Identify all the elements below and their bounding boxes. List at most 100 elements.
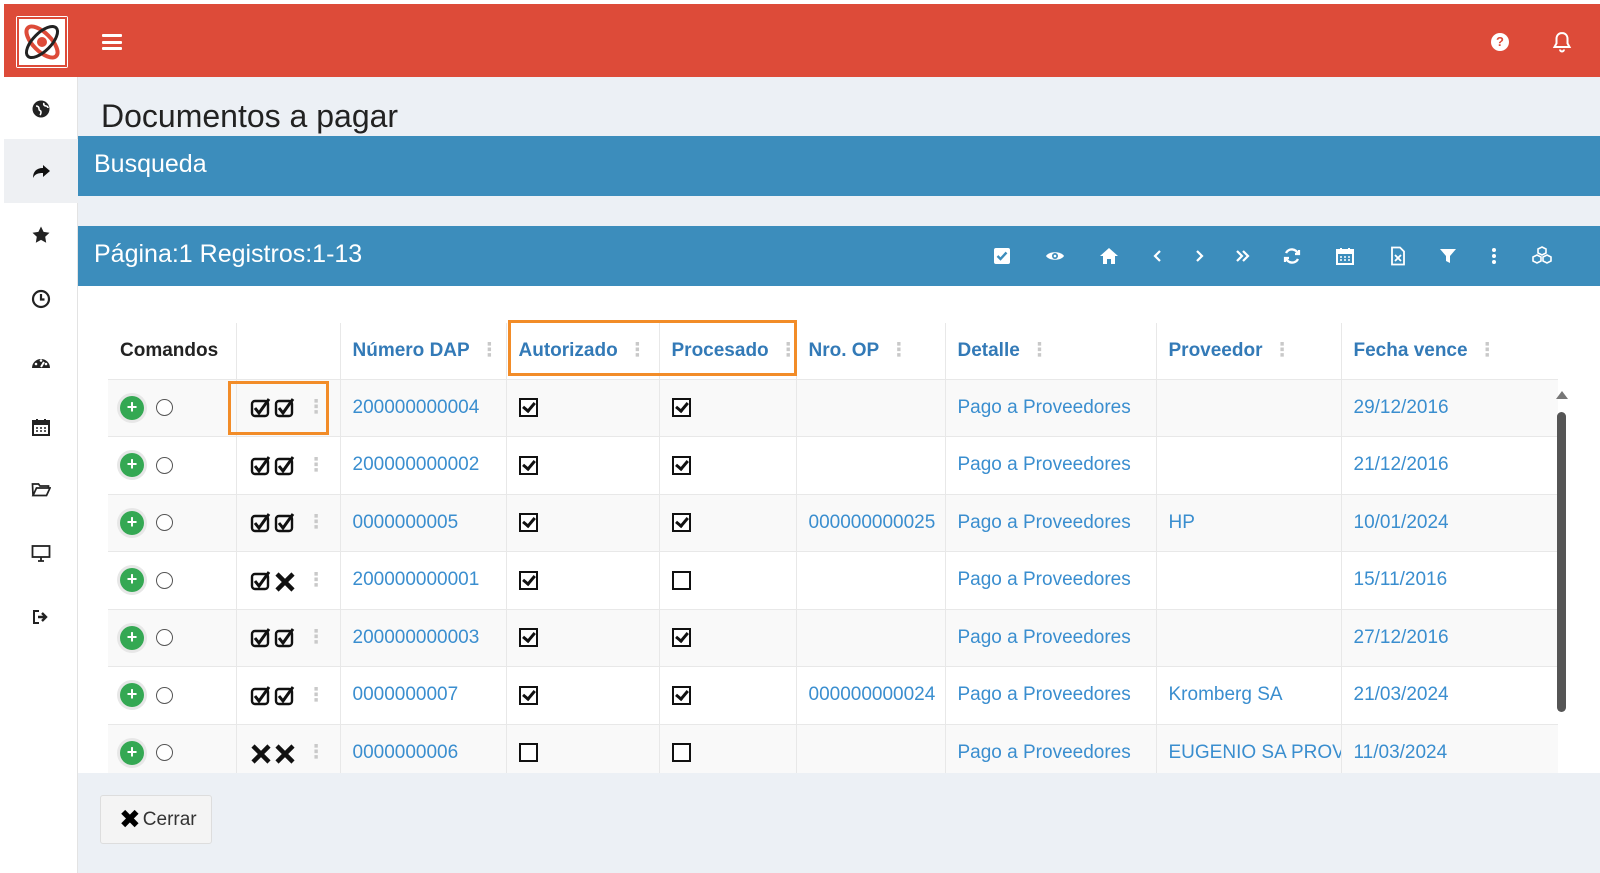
row-select-radio[interactable] <box>156 686 173 704</box>
globe-icon[interactable] <box>4 77 78 141</box>
scroll-up-arrow[interactable] <box>1556 391 1568 399</box>
calendar-icon[interactable] <box>1333 244 1357 268</box>
nro-op-cell[interactable] <box>796 379 946 437</box>
proveedor-cell[interactable]: Kromberg SA <box>1156 666 1342 725</box>
row-menu-icon[interactable]: ⋮ <box>307 741 326 764</box>
cubes-icon[interactable] <box>1530 244 1554 268</box>
numero-dap-cell[interactable]: 200000000002 <box>340 436 507 495</box>
folder-open-icon[interactable] <box>4 457 78 521</box>
row-menu-icon[interactable]: ⋮ <box>307 626 326 649</box>
monitor-icon[interactable] <box>4 521 78 585</box>
fecha-vence-cell[interactable]: 15/11/2016 <box>1341 551 1558 610</box>
proveedor-cell[interactable]: HP <box>1156 494 1342 552</box>
proveedor-cell[interactable] <box>1156 609 1342 667</box>
add-icon[interactable]: + <box>120 740 144 765</box>
numero-dap-cell[interactable]: 0000000007 <box>340 666 507 725</box>
row-select-radio[interactable] <box>156 514 173 532</box>
row-select-radio[interactable] <box>156 744 173 762</box>
fecha-vence-cell[interactable]: 21/03/2024 <box>1341 666 1558 725</box>
column-header-nro-op[interactable]: Nro. OP ⋮ <box>796 323 946 380</box>
row-select-radio[interactable] <box>156 629 173 647</box>
check-square-icon[interactable] <box>990 244 1014 268</box>
detalle-cell[interactable]: Pago a Proveedores <box>945 609 1157 667</box>
clock-icon[interactable] <box>4 267 78 331</box>
nro-op-cell[interactable] <box>796 436 946 495</box>
column-menu-icon[interactable]: ⋮ <box>1478 339 1497 362</box>
fecha-vence-cell[interactable]: 11/03/2024 <box>1341 724 1558 773</box>
row-menu-icon[interactable]: ⋮ <box>307 569 326 592</box>
nro-op-cell[interactable]: 000000000025 <box>796 494 946 552</box>
column-menu-icon[interactable]: ⋮ <box>779 339 795 362</box>
table-row[interactable]: + ⋮ 200000000004 Pago a Proveedores 29/12/20… <box>108 379 1558 437</box>
detalle-cell[interactable]: Pago a Proveedores <box>945 494 1157 552</box>
add-icon[interactable]: + <box>120 568 144 593</box>
numero-dap-cell[interactable]: 0000000006 <box>340 724 507 773</box>
column-header-detalle[interactable]: Detalle ⋮ <box>945 323 1157 380</box>
column-menu-icon[interactable]: ⋮ <box>628 339 647 362</box>
chevron-right-icon[interactable] <box>1187 244 1211 268</box>
column-header-fecha-vence[interactable]: Fecha vence ⋮ <box>1341 323 1558 380</box>
row-menu-icon[interactable]: ⋮ <box>307 684 326 707</box>
detalle-cell[interactable]: Pago a Proveedores <box>945 551 1157 610</box>
nro-op-cell[interactable] <box>796 551 946 610</box>
proveedor-cell[interactable] <box>1156 379 1342 437</box>
proveedor-cell[interactable] <box>1156 551 1342 610</box>
numero-dap-cell[interactable]: 200000000003 <box>340 609 507 667</box>
detalle-cell[interactable]: Pago a Proveedores <box>945 724 1157 773</box>
chevron-left-icon[interactable] <box>1146 244 1170 268</box>
table-row[interactable]: + ⋮ 200000000002 Pago a Proveedores 21/12/20… <box>108 436 1558 495</box>
numero-dap-cell[interactable]: 0000000005 <box>340 494 507 552</box>
column-menu-icon[interactable]: ⋮ <box>889 339 908 362</box>
double-chevron-right-icon[interactable] <box>1231 244 1255 268</box>
search-panel-header[interactable]: Busqueda <box>78 136 1600 196</box>
table-row[interactable]: + ⋮ 0000000006 Pago a Proveedores EUGENIO SA… <box>108 724 1558 773</box>
nro-op-cell[interactable] <box>796 609 946 667</box>
row-select-radio[interactable] <box>156 399 173 417</box>
add-icon[interactable]: + <box>120 453 144 478</box>
hamburger-icon[interactable] <box>102 34 122 50</box>
fecha-vence-cell[interactable]: 27/12/2016 <box>1341 609 1558 667</box>
row-select-radio[interactable] <box>156 571 173 589</box>
star-icon[interactable] <box>4 203 78 267</box>
sign-out-icon[interactable] <box>4 585 78 649</box>
numero-dap-cell[interactable]: 200000000004 <box>340 379 507 437</box>
eye-icon[interactable] <box>1043 244 1067 268</box>
add-icon[interactable]: + <box>120 510 144 535</box>
detalle-cell[interactable]: Pago a Proveedores <box>945 666 1157 725</box>
detalle-cell[interactable]: Pago a Proveedores <box>945 379 1157 437</box>
table-row[interactable]: + ⋮ 200000000001 Pago a Proveedores 15/11/20… <box>108 551 1558 610</box>
column-header-procesado[interactable]: Procesado ⋮ <box>659 323 797 380</box>
table-row[interactable]: + ⋮ 200000000003 Pago a Proveedores 27/12/20… <box>108 609 1558 667</box>
column-menu-icon[interactable]: ⋮ <box>1030 339 1049 362</box>
app-logo[interactable] <box>16 16 68 68</box>
column-menu-icon[interactable]: ⋮ <box>1272 339 1291 362</box>
dashboard-icon[interactable] <box>4 331 78 395</box>
home-icon[interactable] <box>1097 244 1121 268</box>
nro-op-cell[interactable]: 000000000024 <box>796 666 946 725</box>
table-row[interactable]: + ⋮ 0000000005 000000000025 Pago a Proveedor… <box>108 494 1558 552</box>
row-select-radio[interactable] <box>156 456 173 474</box>
bell-icon[interactable] <box>1550 30 1574 54</box>
nro-op-cell[interactable] <box>796 724 946 773</box>
column-header-autorizado[interactable]: Autorizado ⋮ <box>506 323 660 380</box>
column-menu-icon[interactable]: ⋮ <box>480 339 499 362</box>
filter-icon[interactable] <box>1436 244 1460 268</box>
row-menu-icon[interactable]: ⋮ <box>307 454 326 477</box>
refresh-icon[interactable] <box>1280 244 1304 268</box>
fecha-vence-cell[interactable]: 29/12/2016 <box>1341 379 1558 437</box>
close-button[interactable]: ✖ Cerrar <box>100 795 212 844</box>
add-icon[interactable]: + <box>120 625 144 650</box>
calendar-icon[interactable] <box>4 395 78 459</box>
excel-file-icon[interactable] <box>1386 244 1410 268</box>
column-header-numero-dap[interactable]: Número DAP ⋮ <box>340 323 507 380</box>
table-scrollbar[interactable] <box>1557 412 1566 712</box>
add-icon[interactable]: + <box>120 395 144 420</box>
column-header-proveedor[interactable]: Proveedor ⋮ <box>1156 323 1342 380</box>
proveedor-cell[interactable] <box>1156 436 1342 495</box>
fecha-vence-cell[interactable]: 10/01/2024 <box>1341 494 1558 552</box>
vertical-dots-icon[interactable] <box>1482 244 1506 268</box>
question-circle-icon[interactable]: ? <box>1488 30 1512 54</box>
proveedor-cell[interactable]: EUGENIO SA PROV <box>1156 724 1342 773</box>
numero-dap-cell[interactable]: 200000000001 <box>340 551 507 610</box>
share-arrow-icon[interactable] <box>4 139 78 203</box>
